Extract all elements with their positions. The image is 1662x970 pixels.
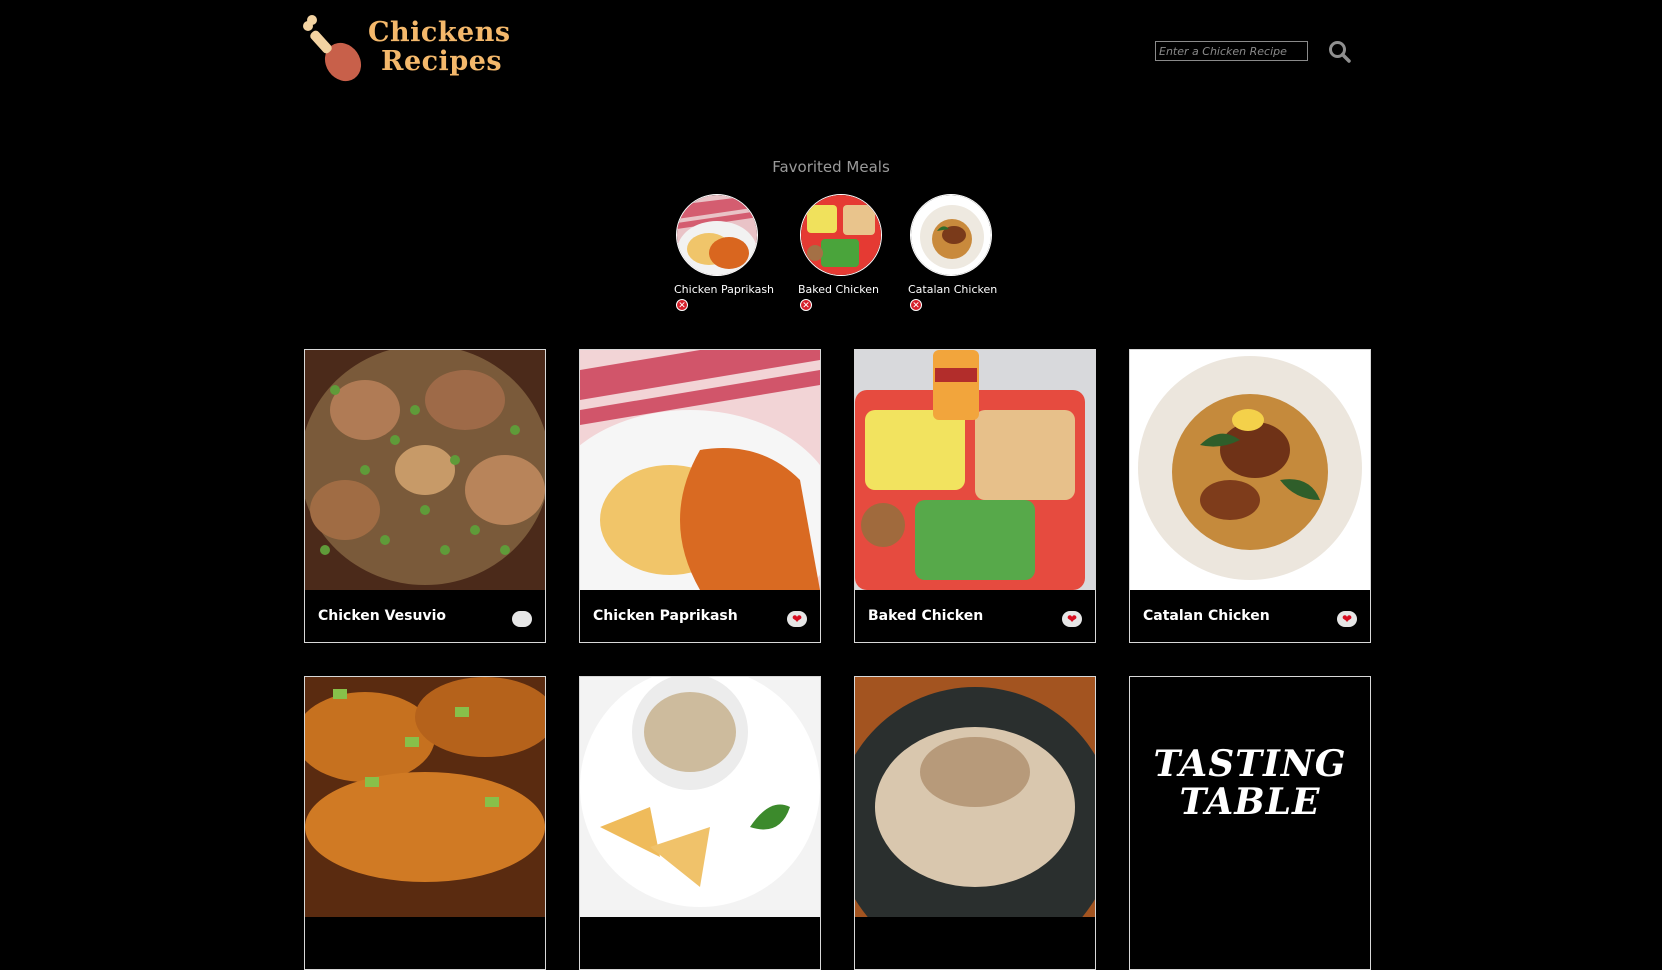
search-button[interactable] — [1328, 40, 1352, 64]
heart-icon: ❤ — [791, 612, 803, 626]
meal-card[interactable]: Baked Chicken ❤ — [854, 349, 1096, 643]
meal-card[interactable] — [579, 676, 821, 970]
meal-image[interactable] — [855, 350, 1095, 590]
meal-image[interactable] — [305, 677, 545, 917]
favorite-button[interactable] — [512, 611, 532, 627]
meal-title: Baked Chicken — [868, 608, 984, 624]
meal-card[interactable] — [854, 676, 1096, 970]
favorite-item[interactable]: Baked Chicken ✕ — [798, 194, 882, 311]
favorite-thumbnail[interactable] — [676, 194, 758, 276]
favorite-item[interactable]: Chicken Paprikash ✕ — [674, 194, 775, 311]
meal-title: Chicken Vesuvio — [318, 608, 447, 624]
meal-title: Chicken Paprikash — [593, 608, 738, 624]
meal-card[interactable]: Chicken Vesuvio — [304, 349, 546, 643]
drumstick-icon — [303, 15, 362, 82]
meal-card[interactable]: Catalan Chicken ❤ — [1129, 349, 1371, 643]
meal-image[interactable] — [855, 677, 1095, 917]
remove-favorite-button[interactable]: ✕ — [910, 299, 922, 311]
logo-line-2: Recipes — [381, 46, 503, 77]
favorite-item[interactable]: Catalan Chicken ✕ — [908, 194, 998, 311]
meal-image[interactable] — [580, 350, 820, 590]
remove-favorite-button[interactable]: ✕ — [800, 299, 812, 311]
meal-image[interactable] — [1130, 350, 1370, 590]
favorite-name: Chicken Paprikash — [674, 283, 775, 296]
meal-card[interactable]: TASTING TABLE — [1129, 676, 1371, 970]
favorite-button[interactable]: ❤ — [1337, 611, 1357, 627]
magnifier-icon — [1329, 41, 1351, 63]
favorite-button[interactable]: ❤ — [787, 611, 807, 627]
meal-card[interactable]: Chicken Paprikash ❤ — [579, 349, 821, 643]
favorites-heading: Favorited Meals — [772, 158, 890, 176]
favorite-name: Catalan Chicken — [908, 283, 998, 296]
meal-image[interactable]: TASTING TABLE — [1130, 677, 1370, 917]
favorite-name: Baked Chicken — [798, 283, 879, 296]
heart-icon: ❤ — [1066, 612, 1078, 626]
remove-favorite-button[interactable]: ✕ — [676, 299, 688, 311]
favorite-thumbnail[interactable] — [800, 194, 882, 276]
favorite-thumbnail[interactable] — [910, 194, 992, 276]
meal-image[interactable] — [305, 350, 545, 590]
header: Chickens Recipes — [0, 0, 1662, 110]
search-input[interactable] — [1155, 41, 1308, 61]
meal-title: Catalan Chicken — [1143, 608, 1270, 624]
meal-card[interactable] — [304, 676, 546, 970]
tasting-table-logo: TASTING TABLE — [1153, 743, 1347, 823]
meal-image[interactable] — [580, 677, 820, 917]
favorite-button[interactable]: ❤ — [1062, 611, 1082, 627]
heart-icon: ❤ — [1341, 612, 1353, 626]
logo-line-1: Chickens — [368, 17, 511, 48]
site-logo[interactable]: Chickens Recipes — [303, 12, 513, 82]
